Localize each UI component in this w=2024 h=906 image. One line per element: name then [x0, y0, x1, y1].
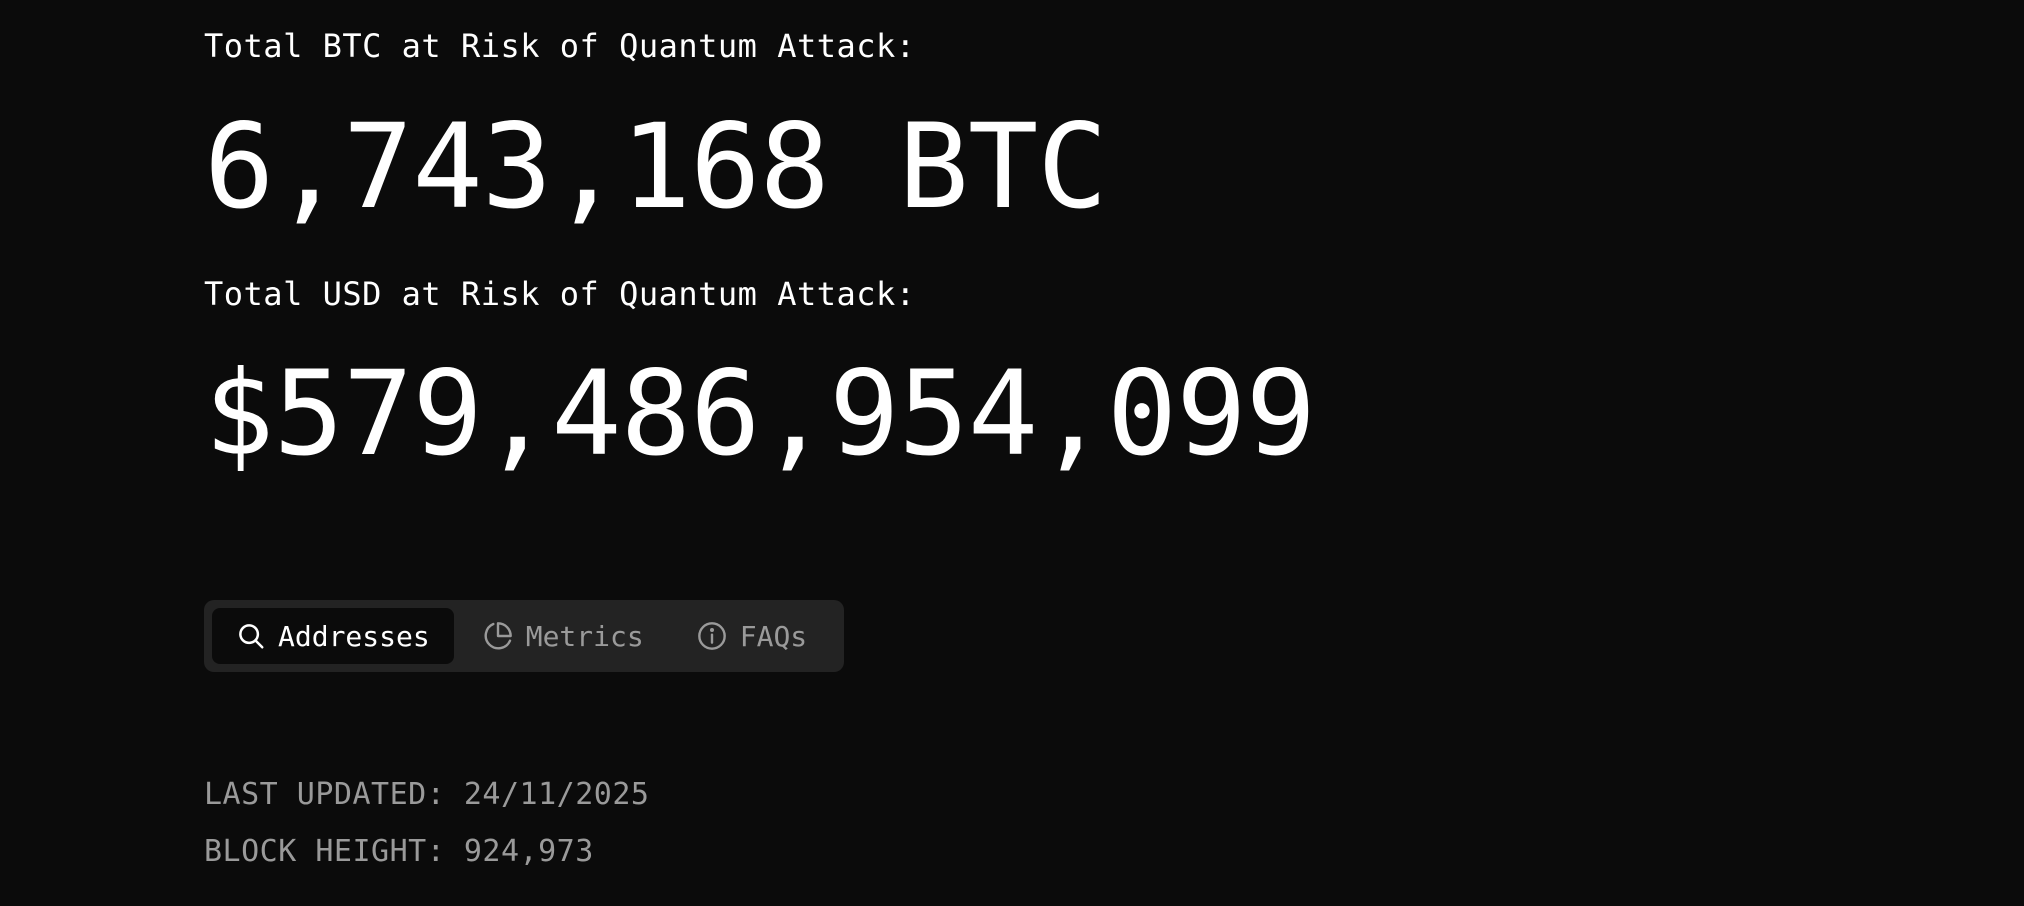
- view-tab-bar: Addresses Metrics FAQs: [204, 600, 844, 672]
- block-height-text: BLOCK HEIGHT: 924,973: [204, 834, 594, 869]
- tab-faqs[interactable]: FAQs: [672, 608, 831, 664]
- pie-chart-icon: [482, 620, 514, 652]
- tab-addresses-label: Addresses: [278, 619, 430, 653]
- tab-metrics[interactable]: Metrics: [458, 608, 668, 664]
- tab-metrics-label: Metrics: [525, 619, 644, 653]
- usd-at-risk-value: $579,486,954,099: [204, 345, 1316, 482]
- usd-at-risk-label: Total USD at Risk of Quantum Attack:: [204, 275, 916, 313]
- search-icon: [236, 621, 266, 651]
- tab-faqs-label: FAQs: [739, 619, 808, 653]
- info-icon: [696, 620, 728, 652]
- btc-at-risk-value: 6,743,168 BTC: [204, 98, 1108, 235]
- tab-addresses[interactable]: Addresses: [212, 608, 454, 664]
- last-updated-text: LAST UPDATED: 24/11/2025: [204, 777, 650, 812]
- btc-at-risk-label: Total BTC at Risk of Quantum Attack:: [204, 27, 916, 65]
